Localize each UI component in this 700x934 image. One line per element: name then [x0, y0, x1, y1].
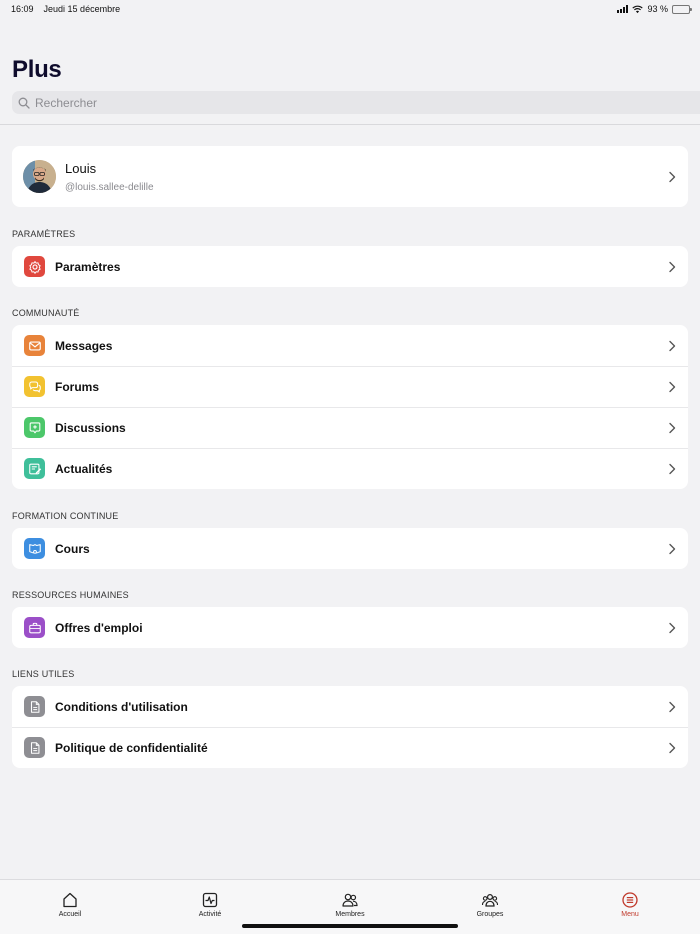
- wifi-icon: [632, 5, 644, 13]
- chevron-right-icon: [669, 261, 676, 272]
- menu-icon: [622, 892, 638, 908]
- profile-card[interactable]: Louis @louis.sallee-delille: [12, 146, 688, 207]
- document-icon: [24, 737, 45, 758]
- card-rh: Offres d'emploi: [12, 607, 688, 648]
- section-title-liens: LIENS UTILES: [12, 669, 75, 679]
- menu-item-label: Paramètres: [55, 259, 121, 274]
- section-title-communaute: COMMUNAUTÉ: [12, 308, 80, 318]
- home-indicator[interactable]: [242, 924, 458, 928]
- signal-icon: [617, 5, 629, 13]
- menu-item-label: Actualités: [55, 461, 113, 476]
- members-icon: [342, 893, 358, 907]
- menu-item-conditions[interactable]: Conditions d'utilisation: [12, 686, 688, 727]
- menu-item-offres-emploi[interactable]: Offres d'emploi: [12, 607, 688, 648]
- chevron-right-icon: [669, 463, 676, 474]
- profile-name: Louis: [65, 160, 97, 176]
- section-title-formation: FORMATION CONTINUE: [12, 511, 119, 521]
- section-title-parametres: PARAMÈTRES: [12, 229, 76, 239]
- chevron-right-icon: [669, 340, 676, 351]
- menu-item-forums[interactable]: Forums: [12, 366, 688, 407]
- avatar: [23, 160, 56, 193]
- tab-label: Membres: [335, 911, 365, 918]
- profile-row[interactable]: Louis @louis.sallee-delille: [12, 146, 688, 207]
- card-liens: Conditions d'utilisation Politique de co…: [12, 686, 688, 768]
- menu-item-discussions[interactable]: Discussions: [12, 407, 688, 448]
- tab-label: Activité: [198, 911, 222, 918]
- chevron-right-icon: [669, 171, 676, 182]
- menu-item-actualites[interactable]: Actualités: [12, 448, 688, 489]
- menu-item-cours[interactable]: Cours: [12, 528, 688, 569]
- menu-item-messages[interactable]: Messages: [12, 325, 688, 366]
- chevron-right-icon: [669, 622, 676, 633]
- menu-item-label: Conditions d'utilisation: [55, 699, 188, 714]
- tab-accueil[interactable]: Accueil: [30, 891, 110, 918]
- briefcase-icon: [24, 617, 45, 638]
- menu-item-parametres[interactable]: Paramètres: [12, 246, 688, 287]
- activity-icon: [202, 892, 218, 908]
- tab-menu[interactable]: Menu: [590, 891, 670, 918]
- tab-membres[interactable]: Membres: [310, 891, 390, 918]
- mail-icon: [24, 335, 45, 356]
- tab-label: Accueil: [58, 911, 82, 918]
- discussion-icon: [24, 417, 45, 438]
- status-time: 16:09: [11, 4, 34, 14]
- tab-groupes[interactable]: Groupes: [450, 891, 530, 918]
- tab-label: Groupes: [476, 911, 504, 918]
- menu-item-label: Messages: [55, 338, 113, 353]
- tab-activite[interactable]: Activité: [170, 891, 250, 918]
- battery-percent: 93 %: [647, 4, 668, 14]
- menu-item-label: Forums: [55, 379, 100, 394]
- menu-item-confidentialite[interactable]: Politique de confidentialité: [12, 727, 688, 768]
- status-date: Jeudi 15 décembre: [43, 4, 121, 14]
- battery-icon: [672, 4, 692, 14]
- chevron-right-icon: [669, 422, 676, 433]
- search-input[interactable]: [35, 95, 635, 110]
- header-divider: [0, 124, 700, 125]
- chevron-right-icon: [669, 701, 676, 712]
- news-icon: [24, 458, 45, 479]
- chevron-right-icon: [669, 543, 676, 554]
- status-bar: 16:09 Jeudi 15 décembre 93 %: [0, 0, 700, 18]
- chevron-right-icon: [669, 742, 676, 753]
- card-parametres: Paramètres: [12, 246, 688, 287]
- settings-icon: [24, 256, 45, 277]
- chat-bubbles-icon: [24, 376, 45, 397]
- search-icon: [18, 97, 30, 109]
- menu-item-label: Politique de confidentialité: [55, 740, 208, 755]
- menu-item-label: Cours: [55, 541, 90, 556]
- chevron-right-icon: [669, 381, 676, 392]
- menu-item-label: Discussions: [55, 420, 126, 435]
- section-title-rh: RESSOURCES HUMAINES: [12, 590, 129, 600]
- document-icon: [24, 696, 45, 717]
- tab-label: Menu: [621, 911, 639, 918]
- page-title: Plus: [12, 56, 62, 83]
- groups-icon: [481, 893, 499, 907]
- course-icon: [24, 538, 45, 559]
- card-communaute: Messages Forums Discussions Actualités: [12, 325, 688, 489]
- home-icon: [63, 892, 77, 908]
- profile-handle: @louis.sallee-delille: [65, 181, 154, 193]
- search-bar[interactable]: [12, 91, 700, 114]
- menu-item-label: Offres d'emploi: [55, 620, 143, 635]
- card-formation: Cours: [12, 528, 688, 569]
